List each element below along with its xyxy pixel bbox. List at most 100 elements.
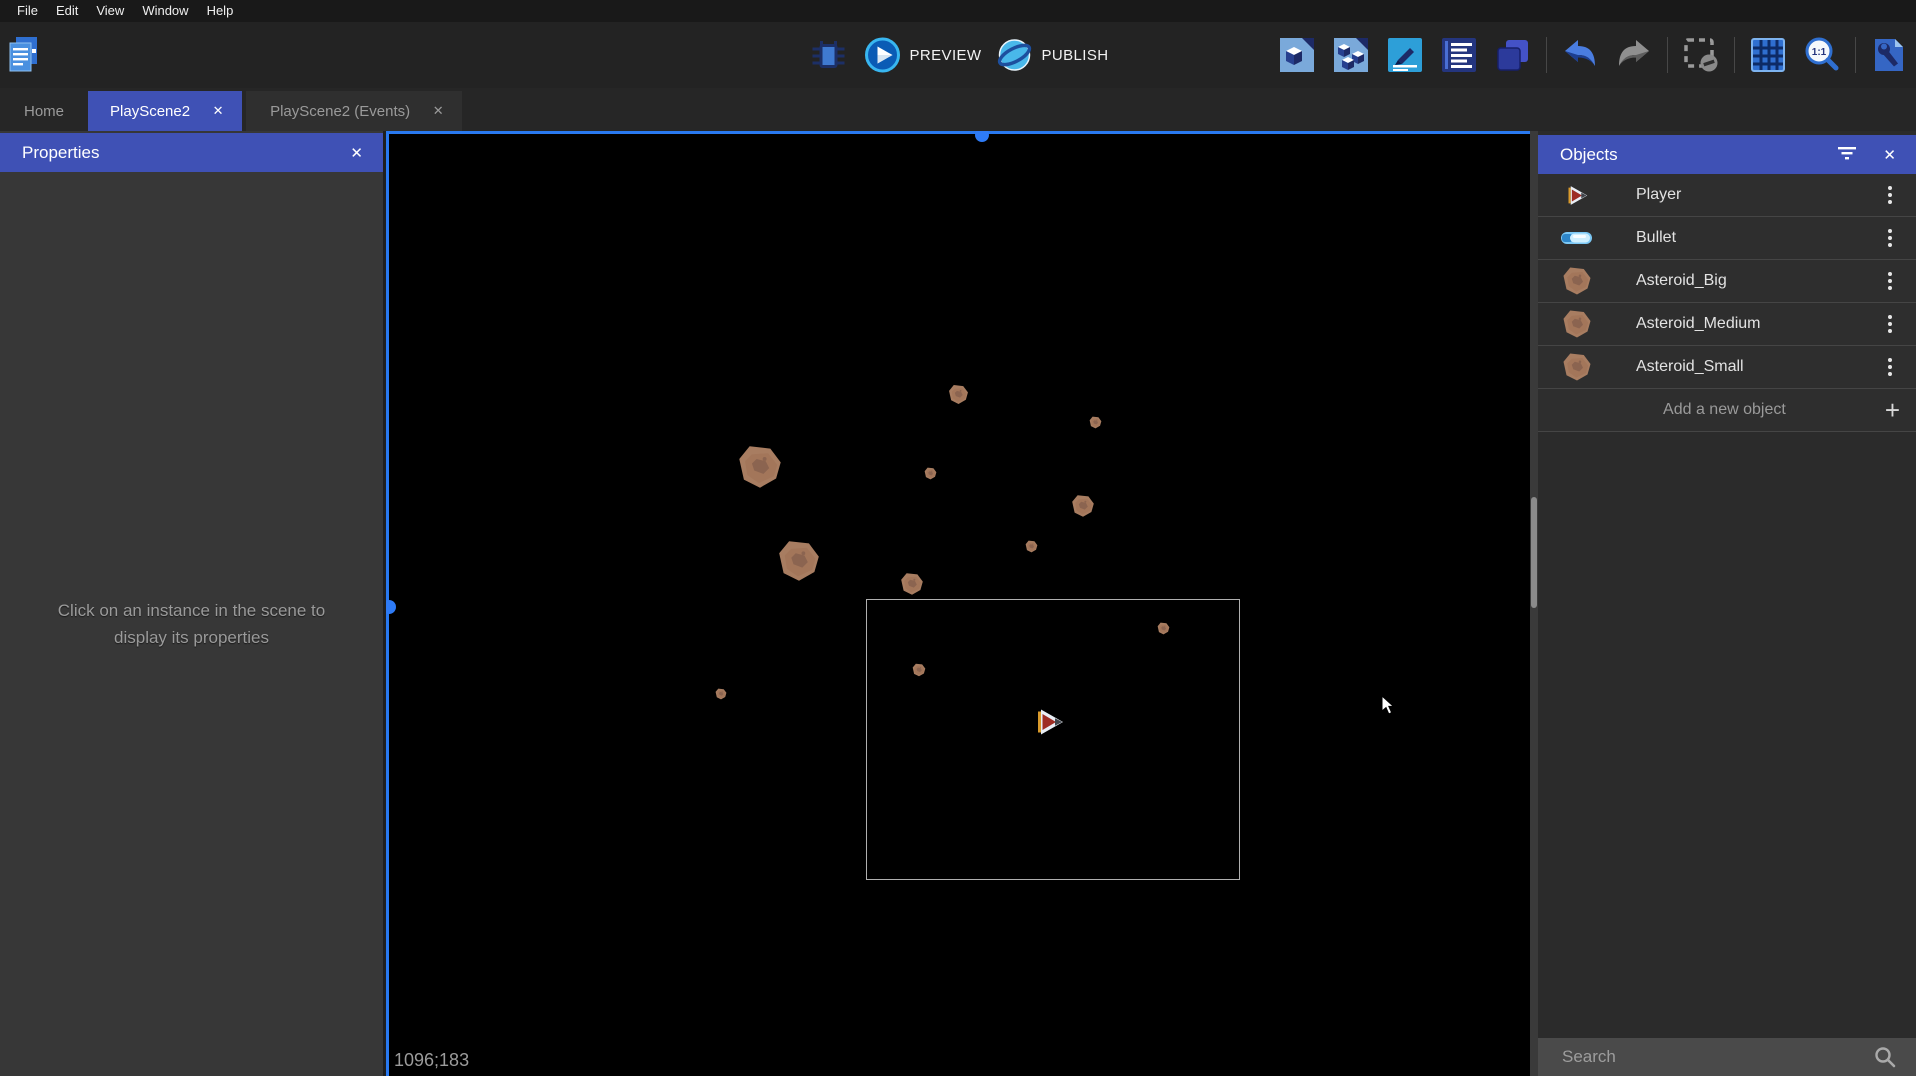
objects-header: Objects ✕ <box>1538 135 1916 174</box>
canvas-vertical-scrollbar[interactable] <box>1530 131 1538 1076</box>
toolbar-separator <box>1734 37 1735 73</box>
scrollbar-thumb[interactable] <box>1531 497 1537 608</box>
toolbar-center-group: PREVIEW PUBLISH <box>808 22 1109 88</box>
menu-edit[interactable]: Edit <box>47 0 87 22</box>
object-row-player[interactable]: Player <box>1538 174 1916 217</box>
asteroid-instance[interactable] <box>900 572 924 596</box>
kebab-menu-icon[interactable] <box>1884 354 1896 380</box>
menu-bar: File Edit View Window Help <box>0 0 1916 22</box>
instances-list-icon[interactable] <box>1438 34 1480 76</box>
project-manager-icon[interactable] <box>7 36 41 74</box>
zoom-1-1-icon[interactable]: 1:1 <box>1801 34 1843 76</box>
preview-label: PREVIEW <box>910 47 982 64</box>
search-icon <box>1874 1046 1896 1068</box>
close-icon[interactable]: ✕ <box>210 103 226 119</box>
asteroid-instance[interactable] <box>948 384 969 405</box>
objects-panel-empty-space <box>1538 432 1916 1038</box>
properties-body: Click on an instance in the scene to dis… <box>0 172 383 1076</box>
toolbar-separator <box>1855 37 1856 73</box>
kebab-menu-icon[interactable] <box>1884 182 1896 208</box>
player-ship-instance[interactable] <box>1032 704 1068 740</box>
asteroid-icon <box>1560 309 1594 339</box>
edit-scene-icon[interactable] <box>1384 34 1426 76</box>
asteroid-instance[interactable] <box>1157 622 1170 635</box>
asteroid-instance[interactable] <box>715 688 727 700</box>
redo-icon[interactable] <box>1613 34 1655 76</box>
object-row-asteroid-small[interactable]: Asteroid_Small <box>1538 346 1916 389</box>
object-label: Player <box>1636 186 1884 204</box>
tools-icon[interactable] <box>1868 34 1910 76</box>
tab-playscene2[interactable]: PlayScene2 ✕ <box>88 91 242 131</box>
toolbar-right-group: 1:1 <box>1276 22 1910 88</box>
properties-empty-message: Click on an instance in the scene to dis… <box>58 597 325 651</box>
bullet-icon <box>1560 231 1594 245</box>
add-new-object-button[interactable]: Add a new object + <box>1538 389 1916 432</box>
scene-canvas[interactable]: 1096;183 <box>386 131 1538 1076</box>
menu-window[interactable]: Window <box>133 0 197 22</box>
properties-panel: Properties ✕ Click on an instance in the… <box>0 131 383 1076</box>
globe-icon <box>995 36 1033 74</box>
toolbar-separator <box>1546 37 1547 73</box>
selection-handle[interactable] <box>975 131 989 142</box>
objects-panel: Objects ✕ Player <box>1538 131 1916 1076</box>
object-row-asteroid-medium[interactable]: Asteroid_Medium <box>1538 303 1916 346</box>
main-toolbar: PREVIEW PUBLISH <box>0 22 1916 88</box>
tab-label: PlayScene2 <box>110 103 190 120</box>
object-label: Asteroid_Medium <box>1636 315 1884 333</box>
object-search-input[interactable]: Search <box>1538 1038 1916 1076</box>
kebab-menu-icon[interactable] <box>1884 225 1896 251</box>
grid-icon[interactable] <box>1747 34 1789 76</box>
tab-bar: Home PlayScene2 ✕ PlayScene2 (Events) ✕ <box>0 88 1916 131</box>
close-icon[interactable]: ✕ <box>1877 144 1902 166</box>
main-area: Properties ✕ Click on an instance in the… <box>0 131 1916 1076</box>
scene-properties-icon[interactable] <box>1276 34 1318 76</box>
layers-icon[interactable] <box>1492 34 1534 76</box>
close-icon[interactable]: ✕ <box>430 103 446 119</box>
object-row-bullet[interactable]: Bullet <box>1538 217 1916 260</box>
asteroid-instance[interactable] <box>1025 540 1038 553</box>
debug-icon[interactable] <box>808 34 850 76</box>
properties-header: Properties ✕ <box>0 133 383 172</box>
preview-button[interactable]: PREVIEW <box>864 36 982 74</box>
add-object-label: Add a new object <box>1538 401 1885 419</box>
properties-title: Properties <box>22 143 99 163</box>
play-icon <box>864 36 902 74</box>
objects-list-icon[interactable] <box>1330 34 1372 76</box>
tab-playscene2-events[interactable]: PlayScene2 (Events) ✕ <box>246 91 462 131</box>
publish-button[interactable]: PUBLISH <box>995 36 1108 74</box>
selection-mask-icon[interactable] <box>1680 34 1722 76</box>
asteroid-instance[interactable] <box>924 467 937 480</box>
kebab-menu-icon[interactable] <box>1884 268 1896 294</box>
gdevelop-window: File Edit View Window Help <box>0 0 1916 1076</box>
tab-home[interactable]: Home <box>0 91 88 131</box>
asteroid-instance[interactable] <box>1089 416 1102 429</box>
toolbar-separator <box>1667 37 1668 73</box>
asteroid-instance[interactable] <box>777 539 821 583</box>
object-label: Bullet <box>1636 229 1884 247</box>
menu-file[interactable]: File <box>8 0 47 22</box>
object-label: Asteroid_Small <box>1636 358 1884 376</box>
filter-icon[interactable] <box>1831 144 1863 166</box>
asteroid-icon <box>1560 352 1594 382</box>
search-placeholder: Search <box>1562 1047 1874 1067</box>
objects-title: Objects <box>1560 145 1618 165</box>
svg-text:1:1: 1:1 <box>1812 47 1827 58</box>
asteroid-instance[interactable] <box>737 444 783 490</box>
tab-label: Home <box>24 103 64 120</box>
kebab-menu-icon[interactable] <box>1884 311 1896 337</box>
selection-handle[interactable] <box>386 600 396 614</box>
object-label: Asteroid_Big <box>1636 272 1884 290</box>
plus-icon: + <box>1885 400 1900 420</box>
asteroid-instance[interactable] <box>1071 494 1095 518</box>
mouse-cursor <box>1381 695 1396 716</box>
object-row-asteroid-big[interactable]: Asteroid_Big <box>1538 260 1916 303</box>
asteroid-icon <box>1560 266 1594 296</box>
scene-selection-border-top <box>386 131 1538 134</box>
player-ship-icon <box>1560 182 1594 209</box>
undo-icon[interactable] <box>1559 34 1601 76</box>
menu-help[interactable]: Help <box>198 0 243 22</box>
menu-view[interactable]: View <box>87 0 133 22</box>
tab-label: PlayScene2 (Events) <box>270 103 410 120</box>
close-icon[interactable]: ✕ <box>344 142 369 164</box>
asteroid-instance[interactable] <box>912 663 926 677</box>
